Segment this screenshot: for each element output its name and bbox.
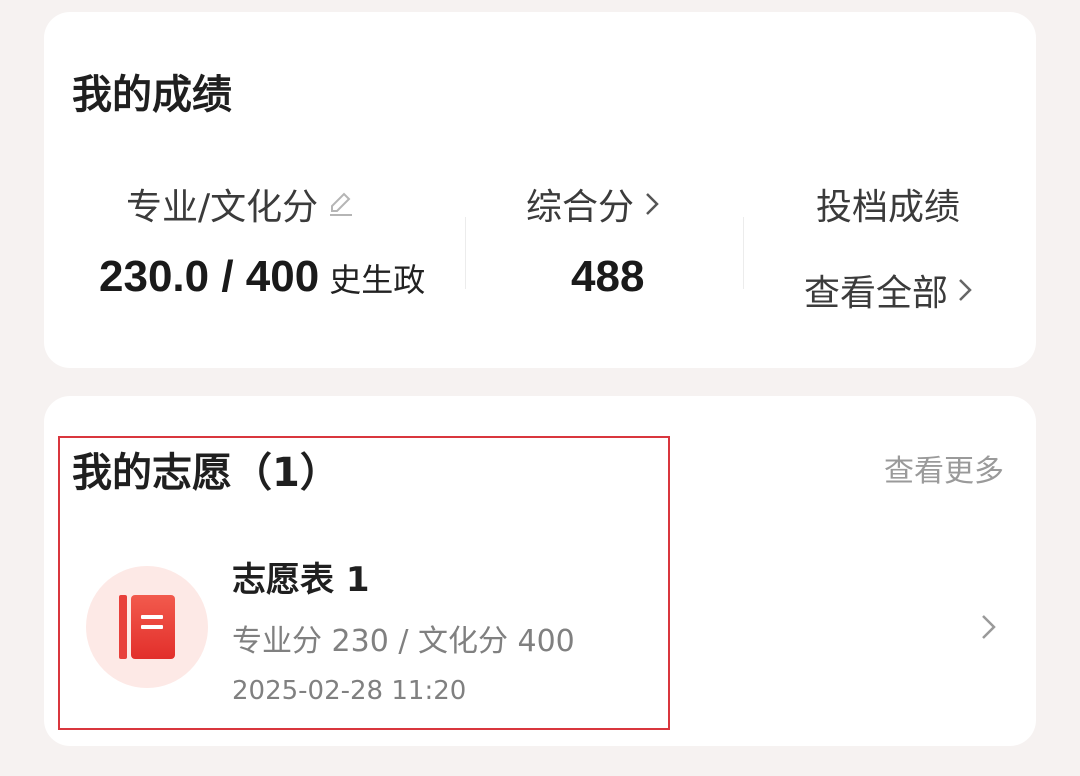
chevron-right-icon	[959, 279, 972, 301]
score-card-title: 我的成绩	[72, 72, 232, 118]
stat-divider	[465, 217, 466, 289]
wish-timestamp: 2025-02-28 11:20	[232, 676, 467, 706]
wish-card: 我的志愿（1） 查看更多 志愿表 1 专业分 230 / 文化分 400 202…	[44, 396, 1036, 746]
view-all-label: 查看全部	[804, 273, 949, 314]
admission-label: 投档成绩	[816, 187, 961, 228]
professional-culture-value-row: 230.0 / 400 史生政	[99, 252, 425, 302]
wish-name: 志愿表 1	[232, 560, 370, 600]
wish-icon-badge	[86, 566, 208, 688]
chevron-right-icon[interactable]	[978, 610, 1000, 644]
stat-divider	[743, 217, 744, 289]
view-all-link[interactable]: 查看全部	[804, 264, 974, 316]
composite-label-row[interactable]: 综合分	[526, 178, 662, 230]
book-icon	[119, 595, 175, 659]
composite-value: 488	[571, 252, 645, 301]
professional-culture-label-row[interactable]: 专业/文化分	[126, 178, 356, 230]
chevron-right-icon	[646, 193, 659, 215]
wish-scores: 专业分 230 / 文化分 400	[232, 624, 575, 659]
edit-icon[interactable]	[326, 189, 356, 219]
composite-label: 综合分	[526, 187, 635, 228]
subject-combination: 史生政	[329, 261, 426, 299]
view-more-link[interactable]: 查看更多	[884, 446, 1004, 490]
professional-culture-label: 专业/文化分	[126, 187, 319, 228]
score-card: 我的成绩 专业/文化分 230.0 / 400 史生政 综合分 488 投档成绩…	[44, 12, 1036, 368]
professional-culture-value: 230.0 / 400	[99, 252, 320, 301]
